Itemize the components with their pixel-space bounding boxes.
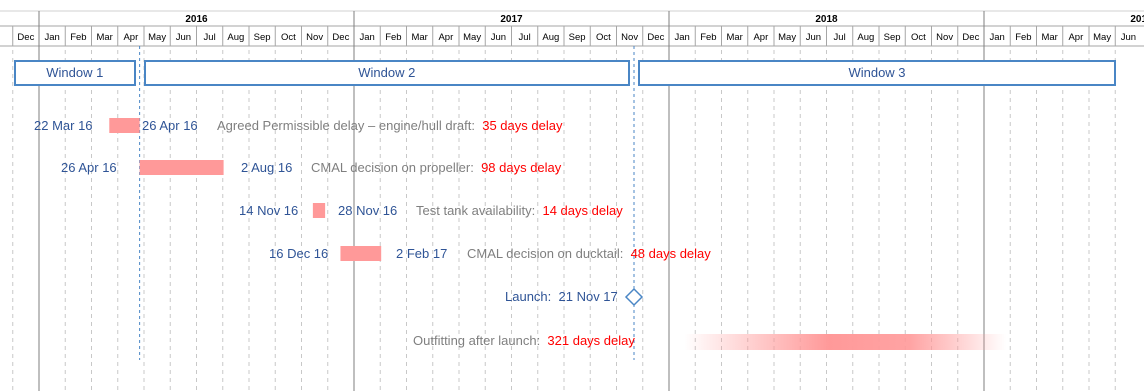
- launch-date-label: 21 Nov 17: [558, 289, 618, 304]
- month-tick-label: Feb: [385, 32, 401, 43]
- month-tick-label: Apr: [753, 32, 768, 43]
- task-3-start-label: 14 Nov 16: [239, 203, 299, 218]
- month-tick-label: Jun: [491, 32, 506, 43]
- month-tick-label: Mar: [96, 32, 112, 43]
- month-tick-label: Feb: [1015, 32, 1031, 43]
- task-bar: [109, 118, 140, 133]
- month-tick-label: Sep: [254, 32, 271, 43]
- window-3-label: Window 3: [848, 65, 906, 80]
- month-tick-label: Jan: [989, 32, 1004, 43]
- task-4-description: CMAL decision on ducktail:: [467, 246, 624, 261]
- task-1-description: Agreed Permissible delay – engine/hull d…: [217, 118, 475, 133]
- window-1-label: Window 1: [46, 65, 104, 80]
- outfitting-delay: 321 days delay: [547, 333, 635, 348]
- task-bar: [340, 246, 382, 261]
- month-tick-label: Feb: [700, 32, 716, 43]
- month-tick-label: Oct: [596, 32, 611, 43]
- task-2-description: CMAL decision on propeller:: [311, 160, 474, 175]
- month-tick-label: Dec: [962, 32, 979, 43]
- task-3-end-label: 28 Nov 16: [338, 203, 398, 218]
- task-3-description: Test tank availability:: [416, 203, 536, 218]
- task-3-text: Test tank availability: 14 days delay: [416, 203, 623, 219]
- task-4-end-label: 2 Feb 17: [396, 246, 448, 261]
- month-tick-label: Oct: [911, 32, 926, 43]
- month-tick-label: Mar: [1041, 32, 1057, 43]
- month-tick-label: Aug: [227, 32, 244, 43]
- window-3-box: Window 3: [638, 60, 1116, 86]
- task-2-delay: 98 days delay: [481, 160, 562, 175]
- month-tick-label: Nov: [306, 32, 323, 43]
- outfitting-description: Outfitting after launch:: [413, 333, 541, 348]
- month-tick-label: Jun: [1121, 32, 1136, 43]
- task-1-start-label: 22 Mar 16: [34, 118, 93, 133]
- month-tick-label: Nov: [621, 32, 638, 43]
- month-tick-label: Jun: [806, 32, 821, 43]
- month-tick-label: Sep: [884, 32, 901, 43]
- month-tick-label: Jan: [44, 32, 59, 43]
- month-tick-label: Jul: [834, 32, 846, 43]
- month-tick-label: Mar: [726, 32, 742, 43]
- month-tick-label: Oct: [281, 32, 296, 43]
- task-4-text: CMAL decision on ducktail: 48 days delay: [467, 246, 711, 262]
- month-tick-label: Apr: [123, 32, 138, 43]
- month-tick-label: Jul: [204, 32, 216, 43]
- task-bar: [312, 203, 326, 218]
- month-tick-label: May: [463, 32, 481, 43]
- year-tick-label: 2018: [815, 14, 838, 25]
- launch-milestone-text: Launch: 21 Nov 17: [505, 289, 618, 305]
- task-2-text: CMAL decision on propeller: 98 days dela…: [311, 160, 561, 176]
- year-tick-label: 2016: [185, 14, 208, 25]
- month-tick-label: Feb: [70, 32, 86, 43]
- gantt-chart: Dec Jan Feb Mar Apr May Jun Jul Aug Sep Oct Nov Dec J…: [0, 0, 1144, 391]
- task-3-delay: 14 days delay: [542, 203, 623, 218]
- month-tick-label: May: [778, 32, 796, 43]
- task-2-start-label: 26 Apr 16: [61, 160, 117, 175]
- task-4-start-label: 16 Dec 16: [269, 246, 329, 261]
- month-tick-label: Apr: [1068, 32, 1083, 43]
- window-2-box: Window 2: [143, 60, 630, 86]
- month-tick-label: Jul: [519, 32, 531, 43]
- month-tick-label: Sep: [569, 32, 586, 43]
- launch-label: Launch:: [505, 289, 552, 304]
- month-tick-label: Dec: [647, 32, 664, 43]
- month-tick-label: May: [148, 32, 166, 43]
- month-tick-label: Aug: [542, 32, 559, 43]
- month-tick-label: Jan: [674, 32, 689, 43]
- launch-milestone-diamond: [624, 287, 644, 307]
- month-tick-label: Jun: [176, 32, 191, 43]
- year-tick-label: 2017: [500, 14, 523, 25]
- year-tick-label: 2019: [1130, 14, 1144, 25]
- window-1-box: Window 1: [14, 60, 136, 86]
- month-tick-label: Nov: [936, 32, 953, 43]
- window-2-label: Window 2: [358, 65, 416, 80]
- month-tick-label: May: [1093, 32, 1111, 43]
- outfitting-text: Outfitting after launch: 321 days delay: [413, 333, 635, 349]
- month-tick-label: Jan: [359, 32, 374, 43]
- outfitting-bar: [684, 334, 1007, 350]
- task-4-delay: 48 days delay: [630, 246, 711, 261]
- task-1-end-label: 26 Apr 16: [142, 118, 198, 133]
- task-2-end-label: 2 Aug 16: [241, 160, 293, 175]
- month-tick-label: Mar: [411, 32, 427, 43]
- month-tick-label: Aug: [857, 32, 874, 43]
- month-tick-label: Dec: [17, 32, 34, 43]
- task-1-delay: 35 days delay: [482, 118, 563, 133]
- month-tick-label: Apr: [438, 32, 453, 43]
- month-tick-label: Dec: [332, 32, 349, 43]
- task-bar: [139, 160, 224, 175]
- task-1-text: Agreed Permissible delay – engine/hull d…: [217, 118, 562, 134]
